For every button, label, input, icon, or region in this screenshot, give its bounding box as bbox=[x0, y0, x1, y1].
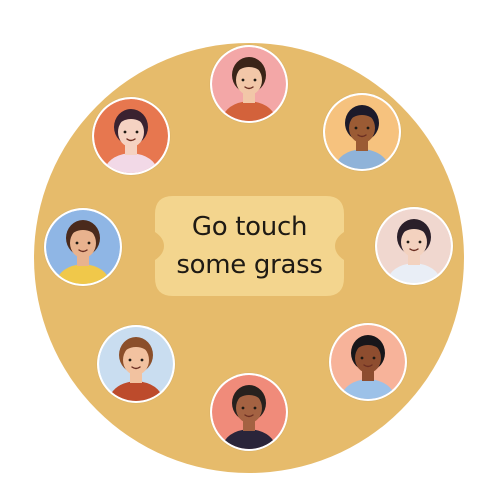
message-line-1: Go touch bbox=[191, 212, 308, 242]
person-icon bbox=[99, 327, 173, 401]
message-line-2: some grass bbox=[176, 250, 323, 280]
person-icon bbox=[94, 99, 168, 173]
avatar-bottom bbox=[210, 373, 288, 451]
person-icon bbox=[325, 95, 399, 169]
message-text: Go touch some grass bbox=[176, 208, 323, 284]
avatar-top-right bbox=[323, 93, 401, 171]
illustration: Go touch some grass bbox=[0, 0, 500, 500]
avatar-top bbox=[210, 45, 288, 123]
avatar-bottom-left bbox=[97, 325, 175, 403]
avatar-right bbox=[375, 207, 453, 285]
person-icon bbox=[212, 47, 286, 121]
message-bubble: Go touch some grass bbox=[155, 196, 344, 296]
avatar-bottom-right bbox=[329, 323, 407, 401]
person-icon bbox=[46, 210, 120, 284]
avatar-left bbox=[44, 208, 122, 286]
person-icon bbox=[212, 375, 286, 449]
person-icon bbox=[377, 209, 451, 283]
person-icon bbox=[331, 325, 405, 399]
avatar-top-left bbox=[92, 97, 170, 175]
